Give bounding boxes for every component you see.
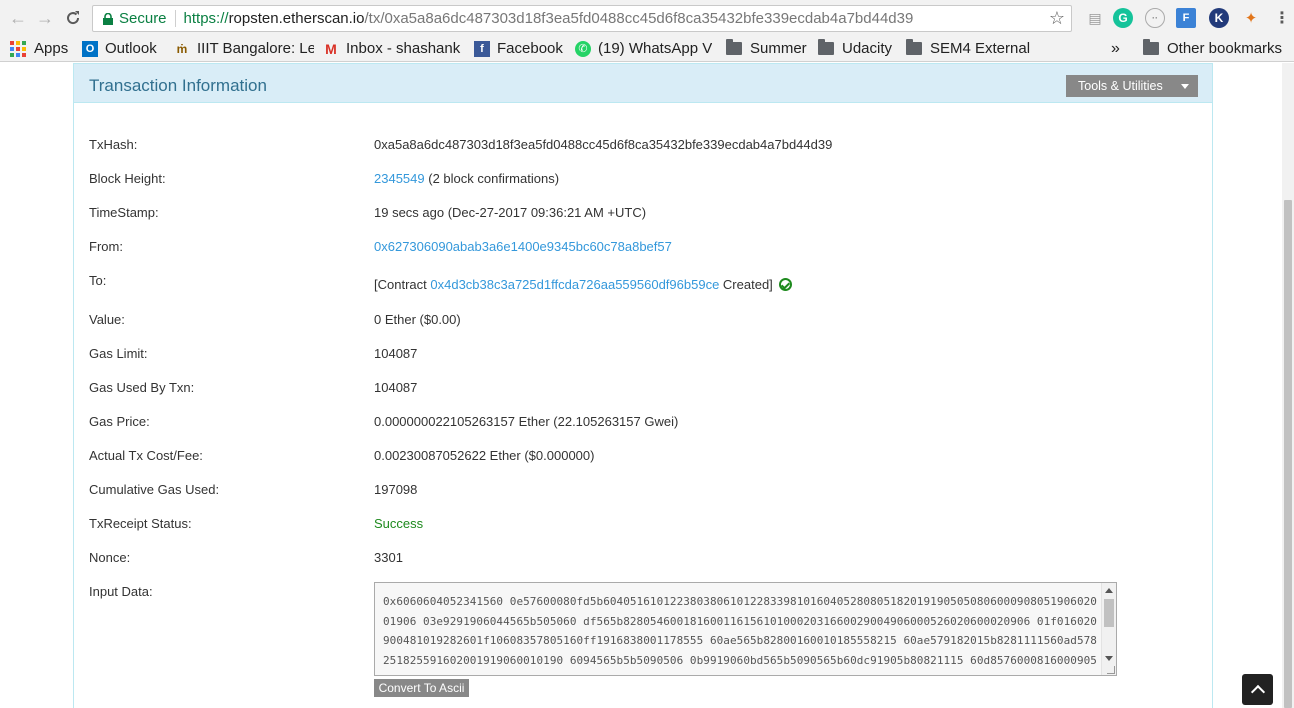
back-to-top-button[interactable] [1242, 674, 1273, 705]
back-icon[interactable]: ← [5, 5, 31, 31]
facebook-icon: f [474, 40, 490, 57]
whatsapp-icon: ✆ [575, 40, 591, 57]
bookmark-star-icon[interactable]: ☆ [1049, 8, 1065, 29]
bookmark-outlook[interactable]: O Outlook [82, 36, 157, 62]
bookmark-folder-other[interactable]: Other bookmarks [1143, 36, 1282, 62]
lock-icon [99, 10, 117, 28]
folder-icon [906, 39, 922, 55]
fi-extension-icon[interactable]: F [1176, 8, 1196, 28]
metamask-icon[interactable]: ✦ [1241, 8, 1261, 28]
k-extension-icon[interactable]: K [1209, 8, 1229, 28]
extension-icon[interactable]: ·· [1145, 8, 1165, 28]
folder-icon [726, 39, 742, 55]
address-bar[interactable]: Secure https://ropsten.etherscan.io/tx/0… [92, 5, 1072, 32]
reload-icon[interactable] [60, 5, 86, 31]
bookmark-folder-udacity[interactable]: Udacity [818, 36, 892, 62]
bookmark-apps[interactable]: Apps [10, 36, 68, 62]
browser-toolbar: ← → Secure https://ropsten.etherscan.io/… [0, 0, 1294, 36]
bookmark-whatsapp[interactable]: ✆ (19) WhatsApp V [575, 36, 712, 62]
block-link[interactable]: 2345549 [374, 171, 425, 186]
input-data-textarea[interactable]: 0x6060604052341560 0e57600080fd5b6040516… [374, 582, 1117, 676]
caret-down-icon [1181, 84, 1189, 89]
page-scrollbar[interactable] [1282, 63, 1294, 708]
page-content: Transaction Information Tools & Utilitie… [0, 63, 1294, 708]
panel-header: Transaction Information Tools & Utilitie… [74, 63, 1212, 103]
grammarly-icon[interactable]: G [1113, 8, 1133, 28]
reader-icon[interactable]: ▤ [1085, 8, 1105, 28]
textarea-scrollbar[interactable] [1101, 583, 1116, 675]
bookmark-facebook[interactable]: f Facebook [474, 36, 563, 62]
transaction-panel: Transaction Information Tools & Utilitie… [73, 63, 1213, 708]
convert-to-ascii-button[interactable]: Convert To Ascii [374, 679, 469, 697]
tools-utilities-button[interactable]: Tools & Utilities [1066, 75, 1198, 97]
panel-title: Transaction Information [89, 76, 267, 95]
folder-icon [1143, 39, 1159, 55]
txhash-value: 0xa5a8a6dc487303d18f3ea5fd0488cc45d6f8ca… [374, 137, 833, 152]
chevron-up-icon [1250, 684, 1265, 700]
bookmarks-bar: Apps O Outlook ṁ IIIT Bangalore: Le M In… [0, 36, 1294, 62]
scroll-down-icon[interactable] [1105, 656, 1113, 661]
check-circle-icon [778, 278, 792, 291]
apps-grid-icon [10, 40, 26, 57]
iiit-icon: ṁ [176, 41, 188, 56]
url-text: https://ropsten.etherscan.io/tx/0xa5a8a6… [183, 10, 914, 27]
bookmarks-overflow[interactable]: » [1111, 36, 1120, 62]
status-badge: Success [374, 516, 424, 531]
from-address-link[interactable]: 0x627306090abab3a6e1400e9345bc60c78a8bef… [374, 239, 672, 254]
contract-address-link[interactable]: 0x4d3cb38c3a725d1ffcda726aa559560df96b59… [430, 277, 719, 292]
folder-icon [818, 39, 834, 55]
bookmark-folder-sem4[interactable]: SEM4 External [906, 36, 1030, 62]
menu-icon[interactable]: ⋮ [1272, 8, 1292, 28]
outlook-icon: O [82, 40, 98, 57]
scroll-up-icon[interactable] [1105, 588, 1113, 593]
forward-icon[interactable]: → [32, 5, 58, 31]
bookmark-gmail[interactable]: M Inbox - shashank [323, 36, 463, 62]
secure-label: Secure [119, 10, 167, 27]
bookmark-folder-summer[interactable]: Summer [726, 36, 807, 62]
bookmark-iiit[interactable]: ṁ IIIT Bangalore: Le [174, 36, 314, 62]
resize-handle-icon[interactable] [1107, 666, 1115, 674]
gmail-icon: M [325, 40, 337, 57]
